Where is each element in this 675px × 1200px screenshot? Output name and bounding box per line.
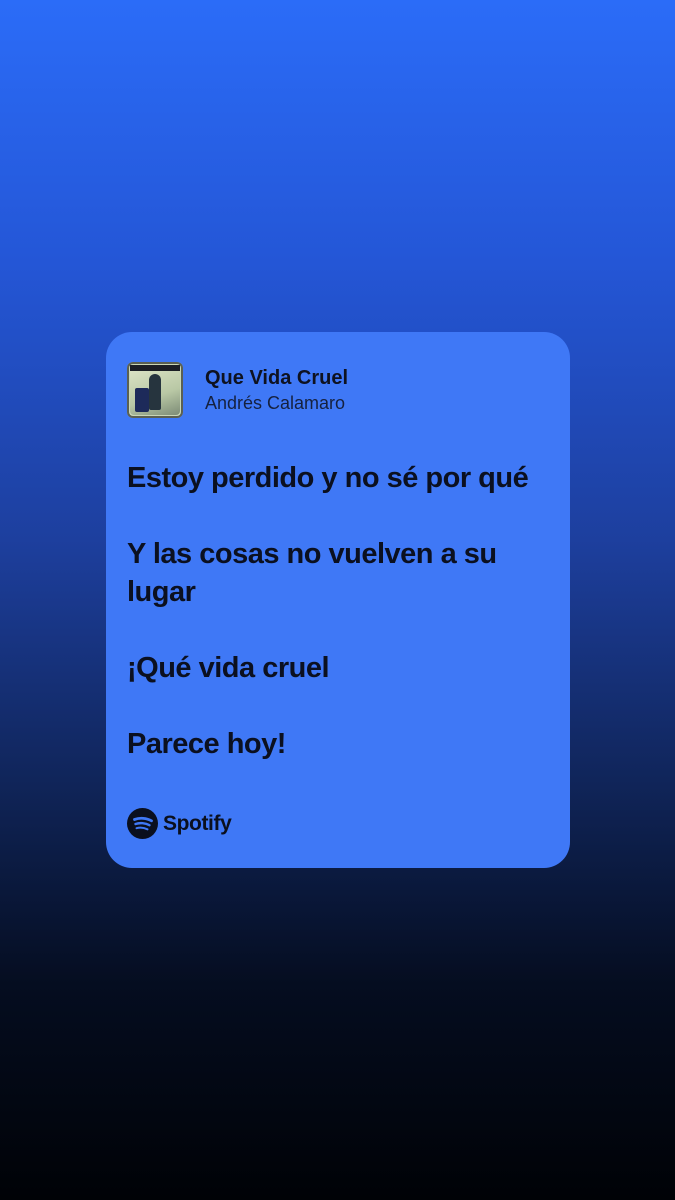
- lyric-line: Estoy perdido y no sé por qué: [127, 462, 529, 494]
- artist-name: Andrés Calamaro: [205, 393, 346, 413]
- lyric-line: Parece hoy!: [127, 728, 286, 760]
- album-art-figure: [149, 374, 161, 410]
- album-art: [127, 362, 183, 418]
- spotify-wordmark: Spotify: [163, 811, 232, 835]
- brand-footer: Spotify: [127, 808, 232, 839]
- track-meta: Que Vida Cruel Andrés Calamaro: [205, 365, 348, 415]
- lyrics-share-card: Que Vida Cruel Andrés Calamaro Estoy per…: [106, 332, 570, 868]
- lyric-line: Y las cosas no vuelven a su lugar: [127, 538, 497, 608]
- lyrics-block: Estoy perdido y no sé por qué Y las cosa…: [127, 459, 548, 763]
- lyric-line: ¡Qué vida cruel: [127, 652, 330, 684]
- track-header: Que Vida Cruel Andrés Calamaro: [127, 362, 548, 418]
- song-title: Que Vida Cruel: [205, 367, 349, 389]
- album-art-shadow: [135, 388, 149, 412]
- spotify-logo-icon: [127, 808, 158, 839]
- album-art-band: [130, 365, 180, 371]
